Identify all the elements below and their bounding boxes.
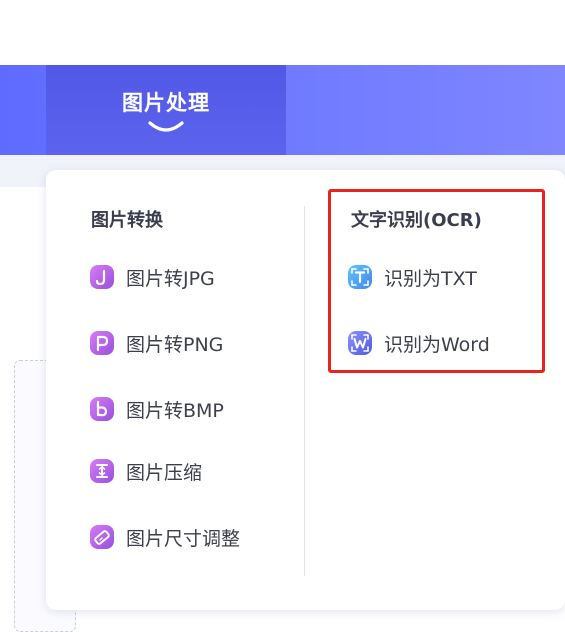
dropdown-menu-panel: 图片转换 图片转JPG 图片转PNG 图片转BMP 图片压缩 图片尺寸调整 文字… [46, 170, 565, 610]
resize-icon [90, 525, 114, 549]
nav-tab-label: 图片处理 [122, 91, 210, 115]
png-icon [90, 331, 114, 355]
menu-item-to-png[interactable]: 图片转PNG [89, 328, 223, 358]
top-blank-area [0, 0, 565, 65]
menu-item-label: 图片转BMP [126, 399, 224, 422]
word-icon [348, 331, 372, 355]
menu-item-label: 图片压缩 [126, 461, 203, 484]
menu-item-to-jpg[interactable]: 图片转JPG [89, 262, 215, 292]
active-tab-indicator-icon [148, 121, 184, 132]
bmp-icon [90, 397, 114, 421]
menu-item-label: 图片尺寸调整 [126, 527, 241, 550]
menu-item-label: 识别为TXT [384, 267, 477, 290]
menu-item-resize[interactable]: 图片尺寸调整 [89, 522, 240, 552]
nav-tab-image-processing[interactable]: 图片处理 [46, 65, 286, 155]
top-navigation-bar: 图片处理 [0, 65, 565, 155]
menu-item-ocr-word[interactable]: 识别为Word [347, 328, 490, 358]
compress-icon [90, 459, 114, 483]
image-conversion-title: 图片转换 [91, 210, 163, 231]
jpg-icon [90, 265, 114, 289]
menu-item-label: 识别为Word [384, 333, 490, 356]
column-divider [304, 206, 305, 576]
menu-item-label: 图片转PNG [126, 333, 224, 356]
menu-item-label: 图片转JPG [126, 267, 215, 290]
menu-item-ocr-txt[interactable]: 识别为TXT [347, 262, 477, 292]
txt-icon [348, 265, 372, 289]
menu-item-compress[interactable]: 图片压缩 [89, 456, 202, 486]
ocr-title: 文字识别(OCR) [351, 210, 482, 231]
menu-item-to-bmp[interactable]: 图片转BMP [89, 394, 224, 424]
